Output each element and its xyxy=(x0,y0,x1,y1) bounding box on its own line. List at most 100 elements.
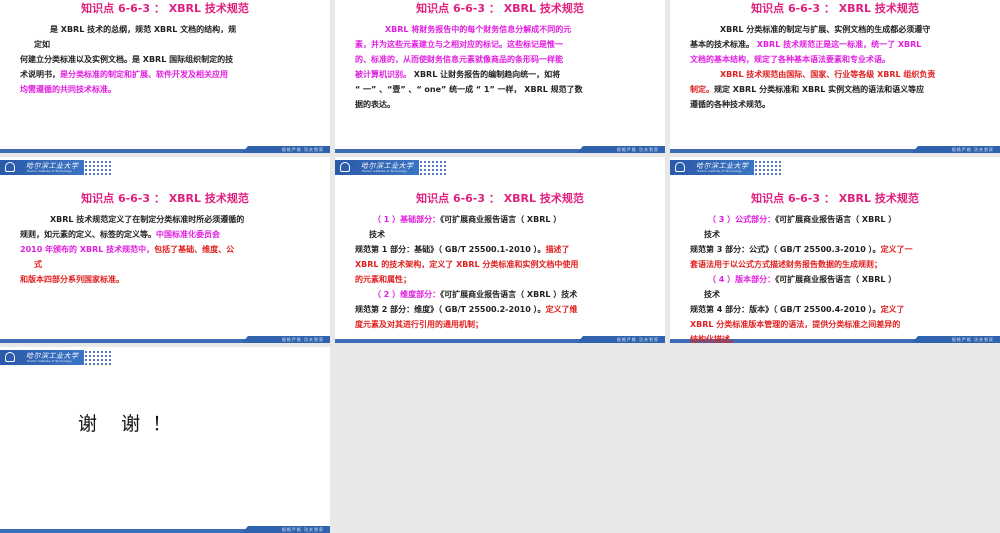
text-line: 技术 xyxy=(690,287,990,302)
text-run: XBRL 技术规范由国际、国家、行业等各级 XBRL 组织负责 xyxy=(720,70,936,79)
slide-thumbnail-5[interactable]: 哈尔滨工业大学 Harbin Institute of Technology 规格严… xyxy=(335,157,665,343)
text-line: 式 xyxy=(20,257,320,272)
text-run: XBRL 让财务报告的编制趋向统一，如将 xyxy=(411,70,561,79)
text-line: 的、标准的，从而使财务信息元素就像商品的条形码一样能 xyxy=(355,52,655,67)
text-line: 套语法用于以公式方式描述财务报告数据的生成规则； xyxy=(690,257,990,272)
text-line: （ 3 ）公式部分：《可扩展商业报告语言（ XBRL ） xyxy=(690,212,990,227)
text-run: 是 XBRL 技术的总纲，规范 XBRL 文档的结构，规 xyxy=(50,25,237,34)
text-line: 何建立分类标准以及实例文档。是 XBRL 国际组织制定的技 xyxy=(20,52,320,67)
text-run: 规范第 1 部分：基础》（ GB/T 25500.1-2010 ）。 xyxy=(355,245,546,254)
slide-title: 知识点 6-6-3 ： XBRL 技术规范 xyxy=(416,192,584,205)
text-run: 是分类标准的制定和扩展、软件开发及相关应用 xyxy=(60,70,228,79)
footer-motto: 规格严格 功夫到家 xyxy=(951,147,994,152)
text-run: 规则，如元素的定义、标签的定义等。 xyxy=(20,230,156,239)
text-line: XBRL 将财务报告中的每个财务信息分解成不同的元 xyxy=(355,22,655,37)
slide-thumbnail-6[interactable]: 哈尔滨工业大学 Harbin Institute of Technology 规格严… xyxy=(670,157,1000,343)
text-run: 规范第 3 部分：公式》（ GB/T 25500.3-2010 ）。 xyxy=(690,245,881,254)
text-run: 《可扩展商业报告语言（ XBRL ）技术 xyxy=(440,290,578,299)
slide-body: XBRL 将财务报告中的每个财务信息分解成不同的元素，并为这些元素建立与之相对应… xyxy=(355,22,655,112)
slide-thumbnail-7[interactable]: 哈尔滨工业大学 Harbin Institute of Technology 规格严… xyxy=(0,347,330,533)
slide-title: 知识点 6-6-3 ： XBRL 技术规范 xyxy=(416,2,584,15)
footer-band: 规格严格 功夫到家 xyxy=(577,336,665,343)
text-line: 均需遵循的共同技术标准。 xyxy=(20,82,320,97)
university-seal-icon xyxy=(675,162,685,172)
text-run: XBRL 的技术架构，定义了 XBRL 分类标准和实例文档中使用 xyxy=(355,260,579,269)
slide-thumbnail-2[interactable]: 哈尔滨工业大学Harbin Institute of Technology规格严… xyxy=(335,0,665,153)
text-run: （ 2 ）维度部分： xyxy=(373,290,441,299)
text-line: 技术 xyxy=(690,227,990,242)
slide-thumbnail-1[interactable]: 哈尔滨工业大学Harbin Institute of Technology规格严… xyxy=(0,0,330,153)
slide-thumbnail-3[interactable]: 哈尔滨工业大学Harbin Institute of Technology规格严… xyxy=(670,0,1000,153)
text-run: 式 xyxy=(34,260,42,269)
logo-name-en: Harbin Institute of Technology xyxy=(27,169,72,173)
slide-title: 知识点 6-6-3 ： XBRL 技术规范 xyxy=(81,2,249,15)
text-run: 素，并为这些元素建立与之相对应的标记。这些标记是惟一 xyxy=(355,40,563,49)
text-run: 被计算机识别。 xyxy=(355,70,411,79)
text-line: XBRL 分类标准版本管理的语法，提供分类标准之间差异的 xyxy=(690,317,990,332)
text-line: XBRL 分类标准的制定与扩展、实例文档的生成都必须遵守 xyxy=(690,22,990,37)
text-run: （ 3 ）公式部分： xyxy=(708,215,776,224)
slide-footer-bar: 规格严格 功夫到家 xyxy=(0,336,330,343)
footer-band: 规格严格 功夫到家 xyxy=(577,146,665,153)
slide-title: 知识点 6-6-3 ： XBRL 技术规范 xyxy=(81,192,249,205)
slide-footer-bar: 规格严格 功夫到家 xyxy=(670,146,1000,153)
text-line: 是 XBRL 技术的总纲，规范 XBRL 文档的结构，规 xyxy=(20,22,320,37)
slide-footer-bar: 规格严格 功夫到家 xyxy=(335,146,665,153)
text-line: 技术 xyxy=(355,227,655,242)
slide-footer-bar: 规格严格 功夫到家 xyxy=(335,336,665,343)
text-line: 结构化描述。 xyxy=(690,332,990,343)
text-run: 定如 xyxy=(34,40,50,49)
checker-pattern-decoration xyxy=(754,160,782,176)
text-line: 文档的基本结构，规定了各种基本语法要素和专业术语。 xyxy=(690,52,990,67)
text-run: （ 4 ）版本部分： xyxy=(708,275,776,284)
text-run: 包括了基础、维度、公 xyxy=(154,245,235,254)
thank-you-text: 谢 谢 ！ xyxy=(78,413,172,435)
text-run: 《可扩展商业报告语言（ XBRL ） xyxy=(775,215,897,224)
text-line: 规则，如元素的定义、标签的定义等。中国标准化委员会 xyxy=(20,227,320,242)
text-line: XBRL 技术规范定义了在制定分类标准时所必须遵循的 xyxy=(20,212,320,227)
text-line: 规范第 2 部分：维度》（ GB/T 25500.2-2010 ）。定义了维 xyxy=(355,302,655,317)
logo-name-en: Harbin Institute of Technology xyxy=(697,169,742,173)
footer-motto: 规格严格 功夫到家 xyxy=(281,147,324,152)
text-run: XBRL 技术规范定义了在制定分类标准时所必须遵循的 xyxy=(50,215,245,224)
text-run: 基本的技术标准。 xyxy=(690,40,754,49)
text-line: 据的表达。 xyxy=(355,97,655,112)
text-line: 素，并为这些元素建立与之相对应的标记。这些标记是惟一 xyxy=(355,37,655,52)
text-run: 结构化描述。 xyxy=(690,335,738,343)
slide-body: （ 3 ）公式部分：《可扩展商业报告语言（ XBRL ）技术 规范第 3 部分：公… xyxy=(690,212,990,343)
checker-pattern-decoration xyxy=(84,160,112,176)
text-line: 基本的技术标准。 XBRL 技术规范正是这一标准，统一了 XBRL xyxy=(690,37,990,52)
text-run: 文档的基本结构，规定了各种基本语法要素和专业术语。 xyxy=(690,55,890,64)
text-run: 度元素及对其进行引用的通用机制； xyxy=(355,320,483,329)
text-run: 中国标准化委员会 xyxy=(156,230,220,239)
text-line: 规范第 1 部分：基础》（ GB/T 25500.1-2010 ）。描述了 xyxy=(355,242,655,257)
text-run: 的元素和属性； xyxy=(355,275,411,284)
text-line: （ 2 ）维度部分：《可扩展商业报告语言（ XBRL ）技术 xyxy=(355,287,655,302)
text-run: 定义了维 xyxy=(545,305,578,314)
text-run: “ 一” 、“壹” 、“ one” 统一成 “ 1” 一样， XBRL 规范了数 xyxy=(355,85,583,94)
slide-body: （ 1 ）基础部分：《可扩展商业报告语言（ XBRL ）技术 规范第 1 部分：基… xyxy=(355,212,655,332)
slide-body: 是 XBRL 技术的总纲，规范 XBRL 文档的结构，规 定如何建立分类标准以及实… xyxy=(20,22,320,97)
footer-motto: 规格严格 功夫到家 xyxy=(281,337,324,342)
slide-footer-bar: 规格严格 功夫到家 xyxy=(0,146,330,153)
text-line: （ 4 ）版本部分：《可扩展商业报告语言（ XBRL ） xyxy=(690,272,990,287)
footer-band: 规格严格 功夫到家 xyxy=(912,146,1000,153)
logo-name-en: Harbin Institute of Technology xyxy=(362,169,407,173)
text-run: 技术 xyxy=(704,230,720,239)
text-run: 《可扩展商业报告语言（ XBRL ） xyxy=(775,275,897,284)
text-line: “ 一” 、“壹” 、“ one” 统一成 “ 1” 一样， XBRL 规范了数 xyxy=(355,82,655,97)
text-line: 2010 年颁布的 XBRL 技术规范中，包括了基础、维度、公 xyxy=(20,242,320,257)
slide-thumbnail-4[interactable]: 哈尔滨工业大学 Harbin Institute of Technology 规格严… xyxy=(0,157,330,343)
footer-band: 规格严格 功夫到家 xyxy=(242,146,330,153)
university-seal-icon xyxy=(5,352,15,362)
university-seal-icon xyxy=(340,162,350,172)
text-line: XBRL 的技术架构，定义了 XBRL 分类标准和实例文档中使用 xyxy=(355,257,655,272)
checker-pattern-decoration xyxy=(84,350,112,366)
text-run: 2010 年颁布的 XBRL 技术规范中， xyxy=(20,245,155,254)
text-line: 规范第 3 部分：公式》（ GB/T 25500.3-2010 ）。定义了一 xyxy=(690,242,990,257)
slide-title: 知识点 6-6-3 ： XBRL 技术规范 xyxy=(751,2,919,15)
text-run: 均需遵循的共同技术标准。 xyxy=(20,85,116,94)
text-line: 遵循的各种技术规范。 xyxy=(690,97,990,112)
text-line: 被计算机识别。 XBRL 让财务报告的编制趋向统一，如将 xyxy=(355,67,655,82)
text-run: 描述了 xyxy=(545,245,570,254)
